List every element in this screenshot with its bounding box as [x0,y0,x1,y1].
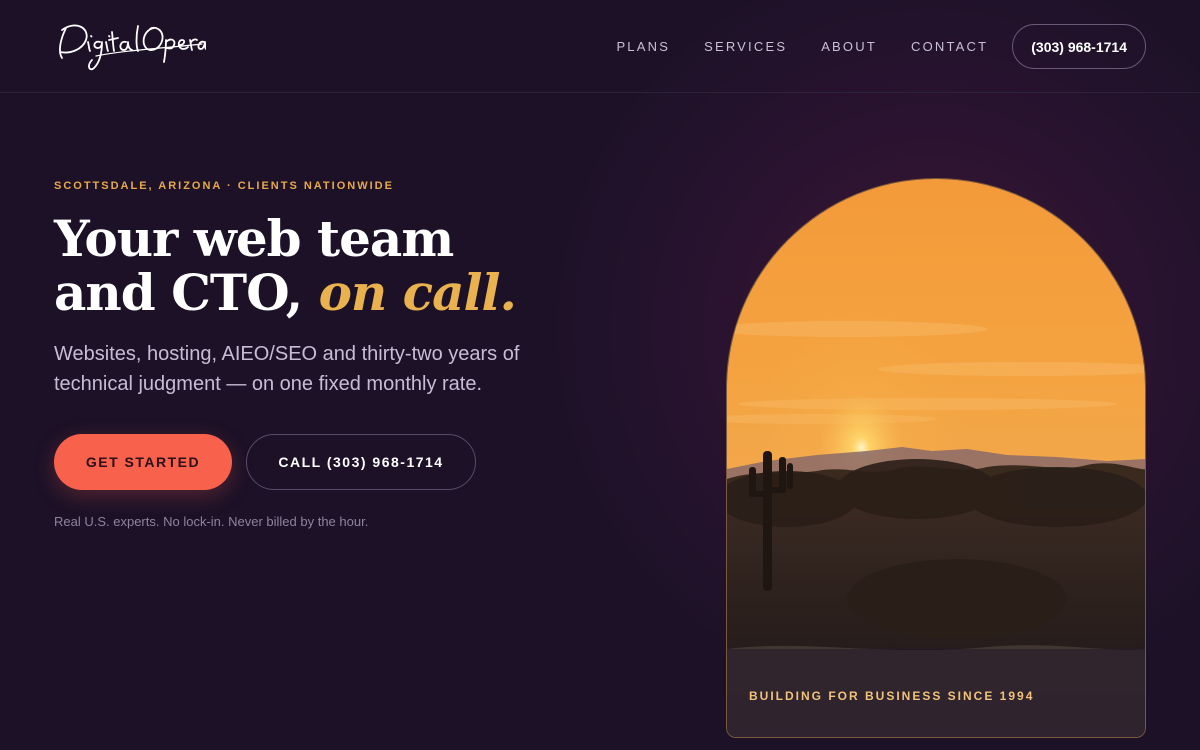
page: PLANS SERVICES ABOUT CONTACT (303) 968-1… [0,0,1200,750]
headline-line-2: and CTO, [54,263,319,322]
site-header: PLANS SERVICES ABOUT CONTACT (303) 968-1… [0,0,1200,93]
call-button[interactable]: CALL (303) 968-1714 [246,434,476,490]
hero-reassurance: Real U.S. experts. No lock-in. Never bil… [54,514,369,529]
hero-eyebrow: SCOTTSDALE, ARIZONA · CLIENTS NATIONWIDE [54,180,394,192]
brand-logo[interactable] [56,18,207,73]
headline-line-1: Your web team [54,209,454,268]
brand-logo-script [59,24,207,71]
headline-accent: on call. [318,263,517,322]
hero-subtext: Websites, hosting, AIEO/SEO and thirty-t… [54,343,520,395]
get-started-button[interactable]: GET STARTED [54,434,232,490]
desert-sunset-photo [727,179,1145,737]
header-phone-button[interactable]: (303) 968-1714 [1012,24,1146,69]
image-caption: BUILDING FOR BUSINESS SINCE 1994 [749,689,1035,703]
nav-link-about[interactable]: ABOUT [821,39,877,54]
main-nav: PLANS SERVICES ABOUT CONTACT (303) 968-1… [616,24,1146,69]
nav-link-plans[interactable]: PLANS [616,39,670,54]
nav-link-contact[interactable]: CONTACT [911,39,988,54]
nav-link-services[interactable]: SERVICES [704,39,787,54]
hero-arch-image [726,178,1146,738]
hero-headline: Your web team and CTO, on call. [54,209,517,322]
